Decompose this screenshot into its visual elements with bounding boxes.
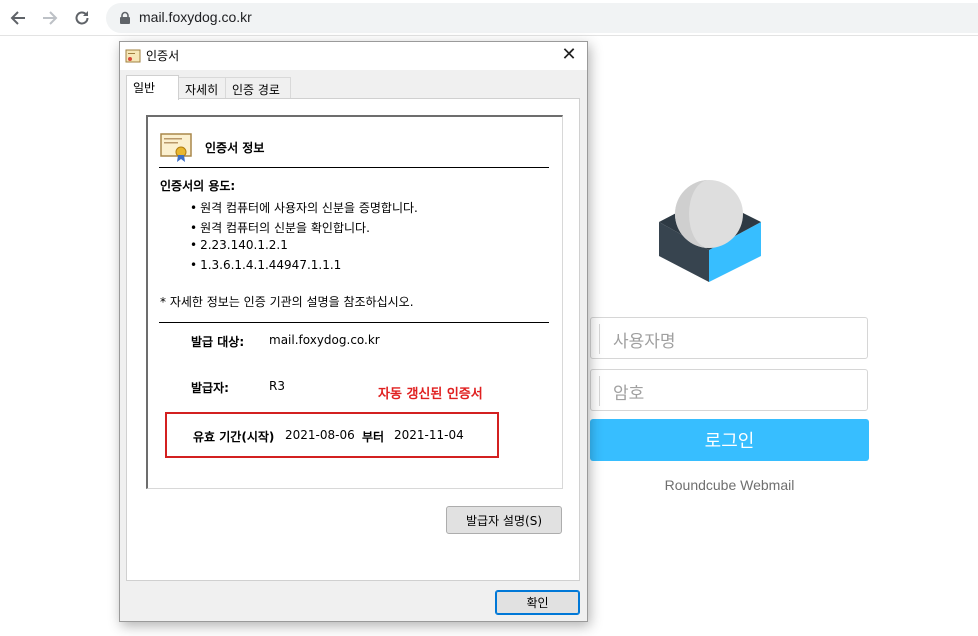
validity-from: 2021-08-06 [285, 428, 355, 442]
validity-separator: 부터 [362, 430, 385, 444]
browser-toolbar: mail.foxydog.co.kr [0, 0, 978, 36]
tab-panel: 인증서 정보 인증서의 용도: 원격 컴퓨터에 사용자의 신분을 증명합니다. … [126, 98, 580, 581]
back-arrow-icon[interactable] [6, 6, 30, 30]
list-item: 2.23.140.1.2.1 [190, 238, 418, 258]
close-icon[interactable]: ✕ [559, 45, 579, 65]
tab-details[interactable]: 자세히 [178, 77, 226, 99]
dialog-title: 인증서 [146, 49, 180, 63]
password-input[interactable]: 암호 [590, 369, 868, 411]
footer-text: Roundcube Webmail [664, 477, 795, 493]
issuer-value: R3 [269, 379, 285, 393]
tab-general[interactable]: 일반 [126, 75, 179, 100]
divider [159, 322, 549, 323]
field-divider [599, 324, 600, 354]
username-input[interactable]: 사용자명 [590, 317, 868, 359]
certificate-dialog: 인증서 ✕ 일반 자세히 인증 경로 인증서 정보 인증서의 용도: 원격 컴퓨… [119, 41, 588, 622]
roundcube-logo-icon [659, 180, 761, 282]
lock-icon[interactable] [118, 11, 132, 25]
tab-certification-path[interactable]: 인증 경로 [225, 77, 291, 99]
list-item: 원격 컴퓨터에 사용자의 신분을 증명합니다. [190, 199, 418, 219]
certificate-icon [160, 133, 192, 162]
certificate-info-title: 인증서 정보 [205, 141, 265, 155]
annotation-text: 자동 갱신된 인증서 [378, 387, 483, 402]
purpose-list: 원격 컴퓨터에 사용자의 신분을 증명합니다. 원격 컴퓨터의 신분을 확인합니… [190, 199, 418, 277]
issued-to-value: mail.foxydog.co.kr [269, 333, 380, 347]
issuer-statement-button[interactable]: 발급자 설명(S) [446, 506, 562, 534]
reload-icon[interactable] [70, 6, 94, 30]
login-button[interactable]: 로그인 [590, 419, 869, 461]
issuer-label: 발급자: [191, 381, 229, 395]
list-item: 1.3.6.1.4.1.44947.1.1.1 [190, 258, 418, 278]
purpose-heading: 인증서의 용도: [160, 179, 236, 193]
forward-arrow-icon[interactable] [38, 6, 62, 30]
address-bar[interactable]: mail.foxydog.co.kr [106, 3, 978, 33]
password-placeholder: 암호 [613, 384, 645, 404]
url-text[interactable]: mail.foxydog.co.kr [139, 9, 252, 25]
list-item: 원격 컴퓨터의 신분을 확인합니다. [190, 219, 418, 239]
divider [159, 167, 549, 168]
validity-label: 유효 기간(시작) [193, 430, 275, 444]
certificate-info-box: 인증서 정보 인증서의 용도: 원격 컴퓨터에 사용자의 신분을 증명합니다. … [146, 115, 563, 489]
ok-button[interactable]: 확인 [495, 590, 580, 615]
note-text: * 자세한 정보는 인증 기관의 설명을 참조하십시오. [160, 295, 414, 309]
dialog-titlebar[interactable]: 인증서 ✕ [120, 42, 587, 70]
issued-to-label: 발급 대상: [191, 335, 245, 349]
certificate-icon [125, 49, 141, 63]
field-divider [599, 376, 600, 406]
username-placeholder: 사용자명 [613, 332, 676, 352]
validity-to: 2021-11-04 [394, 428, 464, 442]
